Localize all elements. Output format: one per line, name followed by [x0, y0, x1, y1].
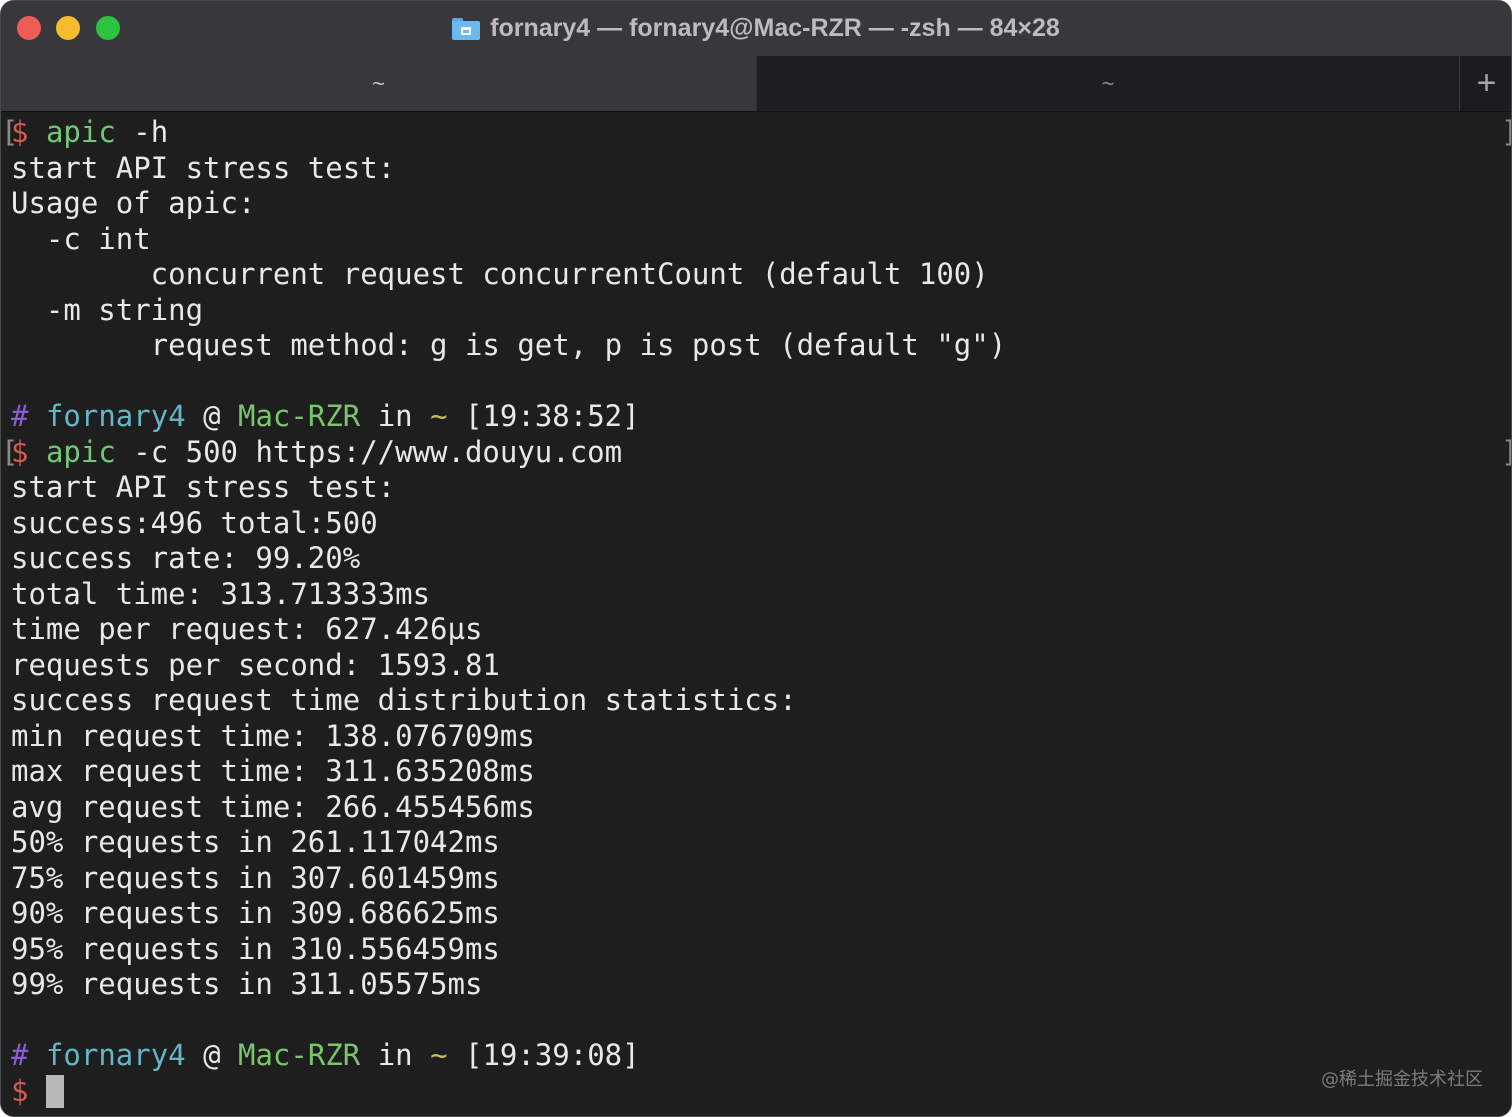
window-title-text: fornary4 — fornary4@Mac-RZR — -zsh — 84×… — [490, 14, 1060, 42]
output-text: max request time: 311.635208ms — [11, 754, 535, 788]
prompt-dir: ~ — [430, 1038, 448, 1072]
terminal-line: min request time: 138.076709ms — [11, 719, 535, 754]
terminal-line: 95% requests in 310.556459ms — [11, 932, 500, 967]
text-cursor — [45, 1075, 64, 1108]
terminal-line: success request time distribution statis… — [11, 683, 797, 718]
output-text: concurrent request concurrentCount (defa… — [11, 257, 989, 291]
terminal-line: $ — [11, 1074, 64, 1109]
prompt-in: in — [360, 1038, 431, 1072]
prompt-symbol: $ — [11, 435, 29, 469]
tab-label: ~ — [1101, 70, 1115, 96]
tab-label: ~ — [372, 70, 385, 96]
command-mark-right: ] — [1501, 115, 1511, 150]
terminal-line: 99% requests in 311.05575ms — [11, 967, 482, 1002]
command-args: -h — [115, 115, 169, 149]
terminal-line: -c int — [11, 222, 151, 257]
terminal-window: fornary4 — fornary4@Mac-RZR — -zsh — 84×… — [0, 0, 1512, 1117]
terminal-line: 90% requests in 309.686625ms — [11, 896, 500, 931]
output-text: Usage of apic: — [11, 186, 256, 220]
command-name: apic — [45, 115, 116, 149]
output-text: success:496 total:500 — [11, 506, 378, 540]
terminal-line: start API stress test: — [11, 151, 395, 186]
prompt-hash: # — [11, 399, 29, 433]
output-text: min request time: 138.076709ms — [11, 719, 535, 753]
prompt-host: Mac-RZR — [238, 1038, 361, 1072]
terminal-line: success:496 total:500 — [11, 506, 378, 541]
terminal-line: Usage of apic: — [11, 186, 255, 221]
plus-icon: + — [1476, 64, 1497, 102]
terminal-line: avg request time: 266.455456ms — [11, 790, 535, 825]
terminal-line: time per request: 627.426µs — [11, 612, 482, 647]
terminal-line: success rate: 99.20% — [11, 541, 360, 576]
output-text: requests per second: 1593.81 — [11, 648, 500, 682]
prompt-in: in — [360, 399, 431, 433]
output-text: request method: g is get, p is post (def… — [11, 328, 1007, 362]
output-text: 95% requests in 310.556459ms — [11, 932, 500, 966]
output-text: 99% requests in 311.05575ms — [11, 967, 483, 1001]
terminal-line: total time: 313.713333ms — [11, 577, 430, 612]
prompt-at: @ — [185, 1038, 239, 1072]
output-text: time per request: 627.426µs — [11, 612, 483, 646]
prompt-user: fornary4 — [45, 1038, 186, 1072]
prompt-symbol: $ — [11, 115, 29, 149]
terminal-line: # fornary4 @ Mac-RZR in ~ [19:39:08] — [11, 1038, 640, 1073]
terminal-line: -m string — [11, 293, 203, 328]
terminal-line: # fornary4 @ Mac-RZR in ~ [19:38:52] — [11, 399, 640, 434]
prompt-time: [19:39:08] — [447, 1038, 640, 1072]
terminal-output[interactable]: []$ apic -hstart API stress test:Usage o… — [1, 112, 1511, 1116]
output-text: 50% requests in 261.117042ms — [11, 825, 500, 859]
tab-bar: ~ ~ + — [1, 56, 1511, 112]
watermark: @稀土掘金技术社区 — [1321, 1069, 1483, 1090]
prompt-host: Mac-RZR — [238, 399, 361, 433]
terminal-line: max request time: 311.635208ms — [11, 754, 535, 789]
prompt-at: @ — [185, 399, 239, 433]
terminal-line: start API stress test: — [11, 470, 395, 505]
terminal-line: 75% requests in 307.601459ms — [11, 861, 500, 896]
window-title: fornary4 — fornary4@Mac-RZR — -zsh — 84×… — [1, 1, 1511, 56]
command-mark-right: ] — [1501, 435, 1511, 470]
prompt-user: fornary4 — [45, 399, 186, 433]
terminal-line: 50% requests in 261.117042ms — [11, 825, 500, 860]
command-name: apic — [45, 435, 116, 469]
output-text: 90% requests in 309.686625ms — [11, 896, 500, 930]
terminal-line: requests per second: 1593.81 — [11, 648, 500, 683]
tab-home-inactive[interactable]: ~ — [756, 56, 1459, 111]
command-args: -c 500 https://www.douyu.com — [115, 435, 623, 469]
output-text: avg request time: 266.455456ms — [11, 790, 535, 824]
home-folder-icon — [452, 17, 481, 40]
terminal-line: request method: g is get, p is post (def… — [11, 328, 1007, 363]
output-text: 75% requests in 307.601459ms — [11, 861, 500, 895]
output-text: total time: 313.713333ms — [11, 577, 431, 611]
output-text: -m string — [11, 293, 204, 327]
prompt-time: [19:38:52] — [447, 399, 640, 433]
output-text: start API stress test: — [11, 470, 396, 504]
terminal-line: $ apic -h — [11, 115, 168, 150]
terminal-line: concurrent request concurrentCount (defa… — [11, 257, 989, 292]
new-tab-button[interactable]: + — [1459, 56, 1511, 111]
output-text: success request time distribution statis… — [11, 683, 797, 717]
output-text: -c int — [11, 222, 151, 256]
title-bar[interactable]: fornary4 — fornary4@Mac-RZR — -zsh — 84×… — [1, 1, 1511, 56]
prompt-symbol: $ — [11, 1074, 29, 1108]
output-text: success rate: 99.20% — [11, 541, 361, 575]
prompt-dir: ~ — [430, 399, 448, 433]
terminal-line: $ apic -c 500 https://www.douyu.com — [11, 435, 622, 470]
tab-home-active[interactable]: ~ — [1, 56, 756, 111]
prompt-hash: # — [11, 1038, 29, 1072]
output-text: start API stress test: — [11, 151, 396, 185]
